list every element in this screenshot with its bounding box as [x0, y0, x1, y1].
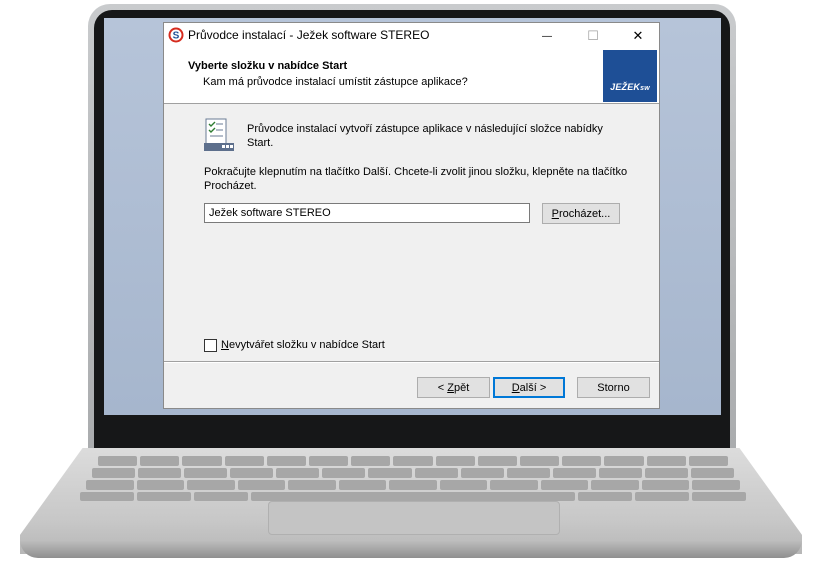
checkbox-label-accel: N — [221, 339, 229, 351]
laptop-deck-edge — [20, 540, 802, 558]
laptop-touchpad — [268, 501, 560, 535]
start-menu-folder-icon — [204, 118, 234, 151]
footer-separator — [164, 361, 659, 363]
browse-button-accel: P — [551, 207, 559, 220]
info-line-1: Průvodce instalací vytvoří zástupce apli… — [247, 123, 603, 135]
next-button-accel: D — [511, 381, 520, 394]
back-button-label: pět — [453, 381, 470, 394]
installer-window: S Průvodce instalací - Ježek software ST… — [163, 22, 660, 409]
next-button[interactable]: Další > — [493, 377, 565, 398]
maximize-icon: ☐ — [587, 28, 599, 43]
close-button[interactable]: ✕ — [615, 23, 661, 49]
wizard-header: Vyberte složku v nabídce Start Kam má pr… — [164, 49, 659, 104]
cancel-button[interactable]: Storno — [577, 377, 650, 398]
jezek-logo: JEŽEKsw — [603, 50, 657, 102]
svg-text:S: S — [173, 31, 180, 42]
stereo-s-icon: S — [168, 27, 184, 43]
instruction-line-1: Pokračujte klepnutím na tlačítko Další. … — [204, 166, 628, 178]
minimize-icon: — — [542, 30, 552, 42]
back-button-prefix: < — [437, 381, 448, 394]
back-button-accel: Z — [447, 381, 454, 394]
back-button[interactable]: < Zpět — [417, 377, 490, 398]
page-title: Vyberte složku v nabídce Start — [188, 60, 348, 72]
window-title: Průvodce instalací - Ježek software STER… — [188, 28, 430, 42]
no-folder-checkbox-label[interactable]: Nevytvářet složku v nabídce Start — [221, 339, 385, 351]
logo-text: JEŽEK — [610, 82, 641, 92]
no-folder-checkbox[interactable] — [204, 339, 217, 352]
page-subtitle: Kam má průvodce instalací umístit zástup… — [203, 76, 468, 88]
logo-suffix: sw — [640, 85, 650, 92]
close-icon: ✕ — [632, 28, 644, 43]
browse-button[interactable]: Procházet... — [542, 203, 620, 224]
title-bar[interactable]: S Průvodce instalací - Ježek software ST… — [164, 23, 659, 49]
instruction-line-2: Procházet. — [204, 180, 257, 192]
checkbox-label-text: evytvářet složku v nabídce Start — [228, 339, 385, 351]
start-folder-input[interactable]: Ježek software STEREO — [204, 203, 530, 223]
next-button-label: alší > — [519, 381, 547, 394]
info-line-2: Start. — [247, 137, 274, 149]
maximize-button[interactable]: ☐ — [570, 23, 616, 49]
browse-button-label: rocházet... — [558, 207, 611, 220]
minimize-button[interactable]: — — [524, 23, 570, 49]
